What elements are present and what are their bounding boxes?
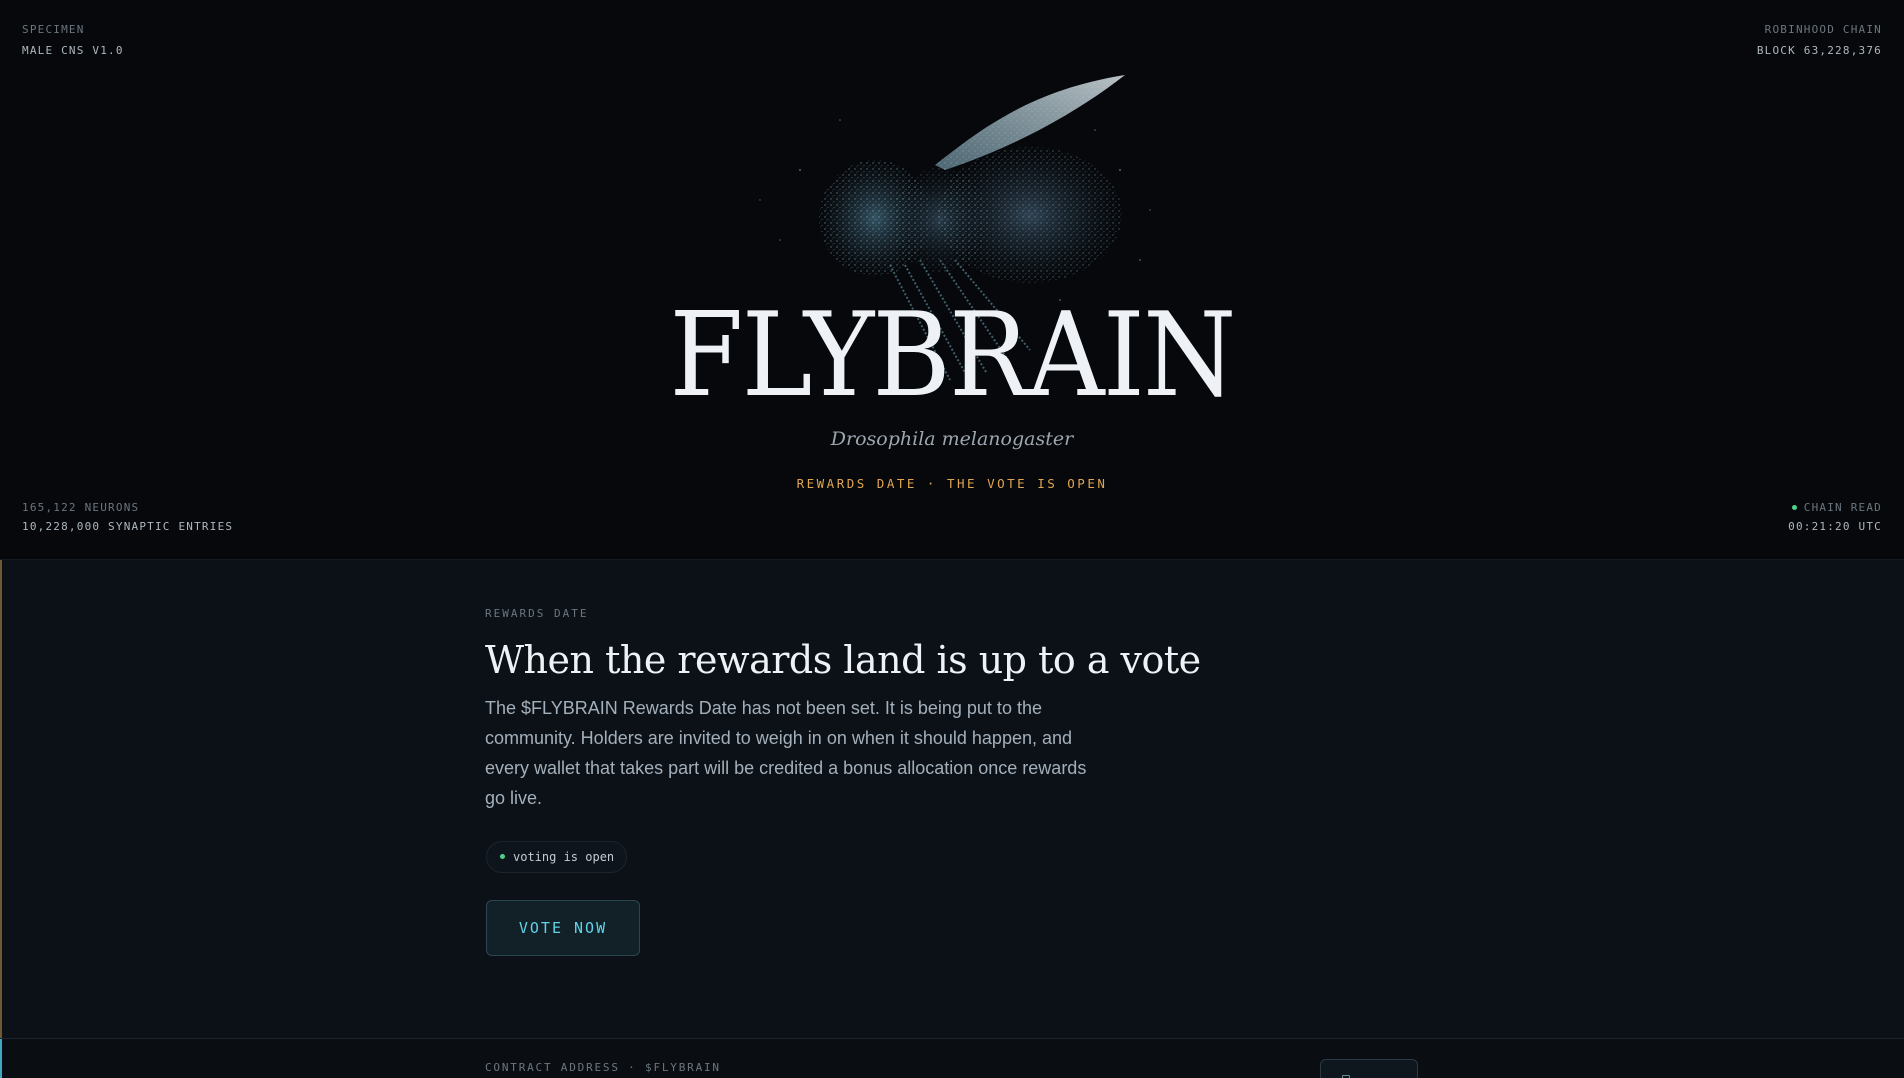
rewards-description: The $FLYBRAIN Rewards Date has not been … [485, 698, 1087, 808]
hero-section: SPECIMEN MALE CNS V1.0 ROBINHOOD CHAIN B… [0, 0, 1904, 559]
specimen-info: SPECIMEN MALE CNS V1.0 [22, 23, 124, 57]
species-subtitle: Drosophila melanogaster [830, 428, 1074, 450]
synaptic-count: 10,228,000 SYNAPTIC ENTRIES [22, 520, 234, 533]
chain-info: ROBINHOOD CHAIN BLOCK 63,228,376 [1757, 23, 1882, 57]
section-accent-bar [0, 560, 2, 1039]
page-title: FLYBRAIN [669, 288, 1236, 423]
vote-now-button[interactable]: VOTE NOW [486, 900, 640, 956]
chain-read-label: CHAIN READ [1803, 501, 1882, 514]
neuron-count: 165,122 NEURONS [22, 501, 140, 514]
status-dot-icon [500, 854, 505, 859]
voting-status-text: voting is open [513, 850, 615, 864]
copy-address-button[interactable] [1320, 1059, 1418, 1078]
rewards-heading: When the rewards land is up to a vote [485, 638, 1201, 682]
chain-name: ROBINHOOD CHAIN [1764, 23, 1882, 36]
specimen-label: SPECIMEN [22, 23, 85, 36]
specimen-value: MALE CNS V1.0 [22, 44, 124, 57]
rewards-eyebrow: REWARDS DATE [485, 607, 589, 620]
block-number: BLOCK 63,228,376 [1756, 44, 1882, 57]
status-dot-icon [1791, 504, 1797, 510]
rewards-section: REWARDS DATE When the rewards land is up… [0, 559, 1904, 1039]
contract-address-label: CONTRACT ADDRESS · $FLYBRAIN [485, 1061, 721, 1074]
network-stats: 165,122 NEURONS 10,228,000 SYNAPTIC ENTR… [22, 501, 233, 533]
chain-read-time: 00:21:20 UTC [1788, 520, 1882, 533]
chain-read-status: CHAIN READ 00:21:20 UTC [1788, 501, 1882, 533]
rewards-banner: REWARDS DATE · THE VOTE IS OPEN [796, 476, 1108, 491]
section-accent-bar [0, 1039, 2, 1078]
contract-section: CONTRACT ADDRESS · $FLYBRAIN [0, 1038, 1904, 1078]
voting-status-badge: voting is open [486, 841, 628, 873]
